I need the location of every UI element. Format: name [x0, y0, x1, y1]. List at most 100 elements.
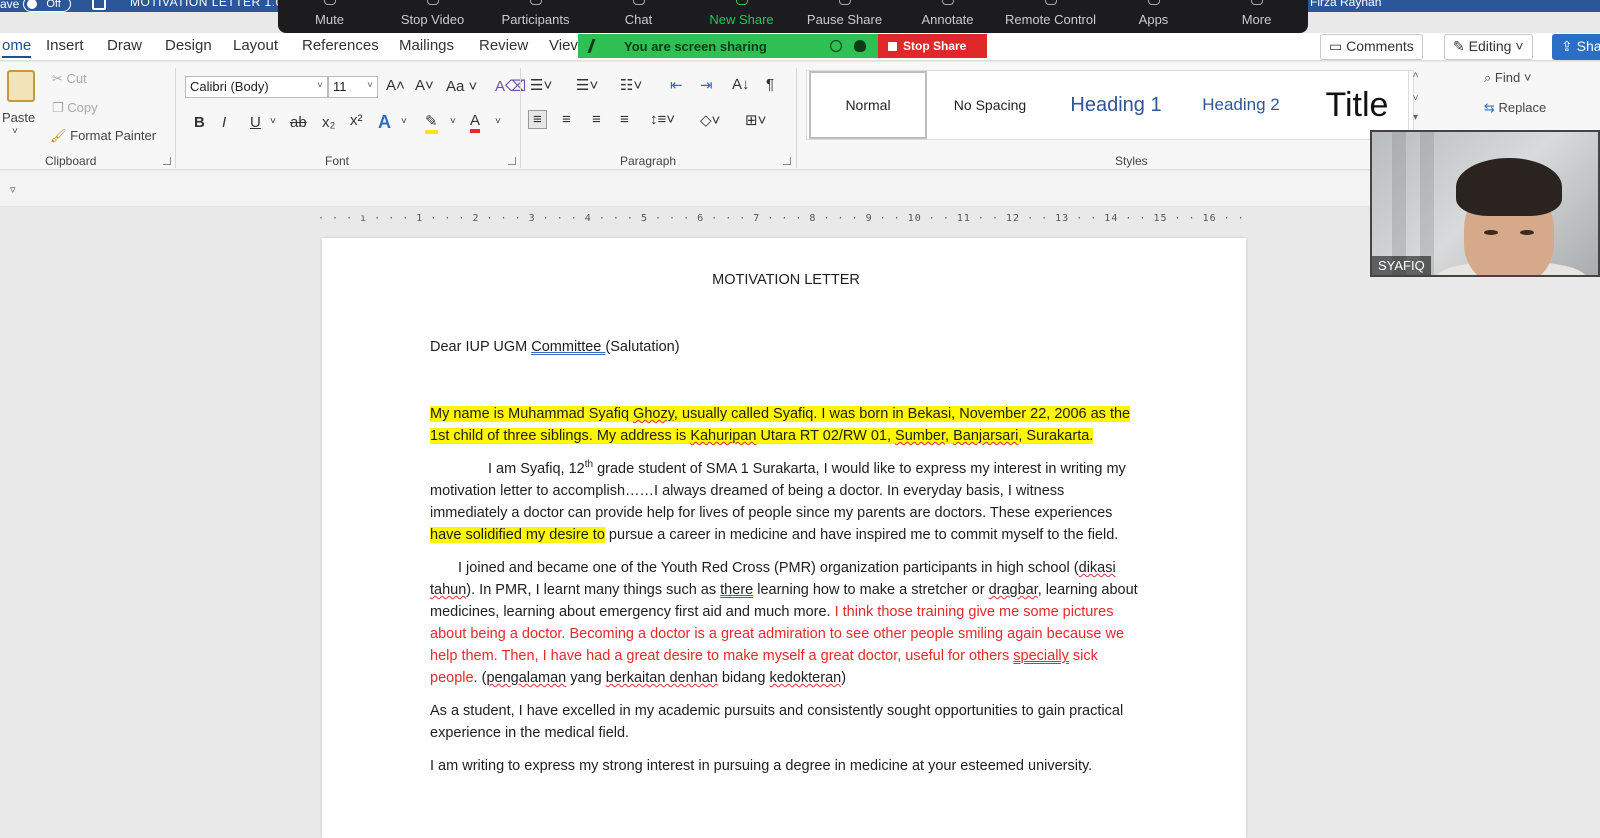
highlighter-icon[interactable]: ✎ — [425, 112, 438, 134]
clipboard-dialog-launcher[interactable] — [163, 157, 171, 165]
user-name[interactable]: Firza Rayhan — [1310, 0, 1381, 9]
stop-share-button[interactable]: Stop Share — [878, 34, 987, 58]
more-styles-icon[interactable]: ▾ — [1409, 112, 1422, 123]
superscript-icon[interactable]: x² — [350, 112, 363, 129]
experience-paragraph: I joined and became one of the Youth Red… — [430, 560, 1138, 686]
italic-icon[interactable]: I — [222, 114, 226, 131]
style-heading-2[interactable]: Heading 2 — [1181, 71, 1301, 139]
spelling-flagged-word[interactable]: berkaitan denhan — [606, 670, 718, 686]
zoom-apps-button[interactable]: Apps — [1102, 0, 1205, 33]
align-right-icon[interactable]: ≡ — [592, 111, 601, 128]
shield-icon[interactable] — [854, 40, 866, 52]
cut-button[interactable]: ✂ Cut — [52, 71, 87, 87]
format-painter-button[interactable]: 🖌 Format Painter — [50, 128, 156, 144]
document-body[interactable]: MOTIVATION LETTER Dear IUP UGM Committee… — [430, 269, 1142, 777]
tab-draw[interactable]: Draw — [107, 37, 142, 54]
spelling-flagged-word[interactable]: pengalaman — [486, 670, 566, 686]
paragraph-group-label: Paragraph — [620, 154, 677, 168]
copy-button[interactable]: ❐ Copy — [52, 100, 98, 116]
tab-view[interactable]: Viev — [549, 37, 578, 54]
chevron-up-icon[interactable]: ˄ — [1409, 70, 1422, 81]
tab-review[interactable]: Review — [479, 37, 528, 54]
grammar-flagged-word[interactable]: Committee — [531, 339, 605, 355]
tab-home[interactable]: ome — [2, 37, 32, 58]
style-title[interactable]: Title — [1301, 71, 1413, 139]
save-icon[interactable] — [92, 0, 106, 10]
strikethrough-icon[interactable]: ab — [290, 114, 307, 131]
paragraph-dialog-launcher[interactable] — [783, 157, 791, 165]
line-spacing-icon[interactable]: ↕≡˅ — [650, 111, 675, 128]
spelling-flagged-word[interactable]: kedokteran — [769, 670, 841, 686]
grammar-flagged-word[interactable]: there — [720, 582, 753, 598]
chevron-down-icon[interactable]: ˅ — [270, 116, 276, 127]
grow-font-icon[interactable]: A˄ — [386, 77, 405, 94]
pin-icon[interactable] — [587, 39, 601, 53]
spelling-flagged-word[interactable]: Kahuripan — [690, 428, 756, 444]
zoom-stop-video-button[interactable]: Stop Video — [381, 0, 484, 33]
clear-formatting-icon[interactable]: A⌫ — [495, 77, 526, 95]
paste-button[interactable] — [4, 70, 40, 104]
decrease-indent-icon[interactable]: ⇤ — [670, 76, 683, 94]
zoom-mute-button[interactable]: Mute — [278, 0, 381, 33]
find-button[interactable]: ⌕ Find ˅ — [1484, 70, 1531, 86]
align-center-icon[interactable]: ≡ — [562, 111, 571, 128]
zoom-annotate-button[interactable]: Annotate — [896, 0, 999, 33]
share-button[interactable]: ⇪ Sha — [1552, 34, 1600, 60]
shading-icon[interactable]: ◇˅ — [700, 111, 720, 129]
sort-icon[interactable]: A↓ — [732, 76, 750, 93]
font-dialog-launcher[interactable] — [508, 157, 516, 165]
tab-references[interactable]: References — [302, 37, 379, 54]
spelling-flagged-word[interactable]: Sumber — [895, 428, 945, 444]
justify-icon[interactable]: ≡ — [620, 111, 629, 128]
editing-mode-button[interactable]: ✎ Editing ˅ — [1444, 34, 1533, 60]
numbering-icon[interactable]: ☰˅ — [576, 76, 598, 94]
zoom-participants-button[interactable]: Participants — [484, 0, 587, 33]
zoom-pause-share-button[interactable]: Pause Share — [793, 0, 896, 33]
show-formatting-icon[interactable]: ¶ — [766, 76, 774, 93]
comments-button[interactable]: ▭ Comments — [1320, 34, 1423, 60]
multilevel-list-icon[interactable]: ☷˅ — [620, 76, 642, 94]
chevron-down-icon[interactable]: ˅ — [450, 116, 456, 127]
tab-design[interactable]: Design — [165, 37, 212, 54]
autosave-toggle[interactable]: ave Off — [0, 0, 72, 12]
spelling-flagged-word[interactable]: Ghozy — [633, 406, 674, 422]
font-color-icon[interactable]: A — [470, 112, 481, 133]
participant-video-tile[interactable]: SYAFIQ — [1370, 130, 1600, 277]
zoom-chat-button[interactable]: Chat — [587, 0, 690, 33]
style-no-spacing[interactable]: No Spacing — [931, 71, 1049, 139]
borders-icon[interactable]: ⊞˅ — [745, 111, 766, 129]
increase-indent-icon[interactable]: ⇥ — [700, 76, 713, 94]
chevron-down-icon[interactable]: ˅ — [401, 116, 407, 127]
grammar-flagged-word[interactable]: specially — [1013, 648, 1069, 664]
style-heading-1[interactable]: Heading 1 — [1051, 71, 1181, 139]
paste-chevron-icon[interactable]: ˅ — [12, 126, 18, 137]
change-case-button[interactable]: Aa ˅ — [446, 78, 477, 95]
chevron-down-icon[interactable]: ˅ — [495, 116, 501, 127]
customize-toolbar-icon[interactable]: ▿ — [10, 183, 16, 196]
view-options-icon[interactable] — [830, 40, 842, 52]
subscript-icon[interactable]: x₂ — [322, 114, 335, 131]
paste-label[interactable]: Paste — [2, 110, 35, 125]
spelling-flagged-word[interactable]: Banjarsari — [953, 428, 1018, 444]
text-effects-icon[interactable]: A — [378, 112, 391, 133]
font-family-select[interactable]: Calibri (Body) ˅ — [185, 76, 328, 98]
spelling-flagged-word[interactable]: dragbar — [989, 582, 1038, 598]
horizontal-ruler[interactable]: · · · ı · · · 1 · · · 2 · · · 3 · · · 4 … — [318, 213, 1246, 231]
tab-mailings[interactable]: Mailings — [399, 37, 454, 54]
autosave-switch[interactable]: Off — [23, 0, 72, 12]
tab-layout[interactable]: Layout — [233, 37, 278, 54]
bullets-icon[interactable]: ☰˅ — [530, 76, 552, 94]
align-left-icon[interactable]: ≡ — [528, 110, 547, 129]
tab-insert[interactable]: Insert — [46, 37, 84, 54]
chevron-down-icon[interactable]: ˅ — [1409, 93, 1422, 104]
zoom-new-share-button[interactable]: New Share — [690, 0, 793, 33]
zoom-remote-control-button[interactable]: Remote Control — [999, 0, 1102, 33]
bold-icon[interactable]: B — [194, 114, 205, 131]
underline-icon[interactable]: U — [250, 114, 261, 131]
shrink-font-icon[interactable]: A˅ — [415, 77, 434, 94]
replace-button[interactable]: ⇆ Replace — [1484, 100, 1546, 116]
font-size-select[interactable]: 11 ˅ — [328, 76, 378, 98]
document-page[interactable]: MOTIVATION LETTER Dear IUP UGM Committee… — [322, 238, 1246, 838]
zoom-more-button[interactable]: More — [1205, 0, 1308, 33]
style-normal[interactable]: Normal — [809, 71, 927, 139]
